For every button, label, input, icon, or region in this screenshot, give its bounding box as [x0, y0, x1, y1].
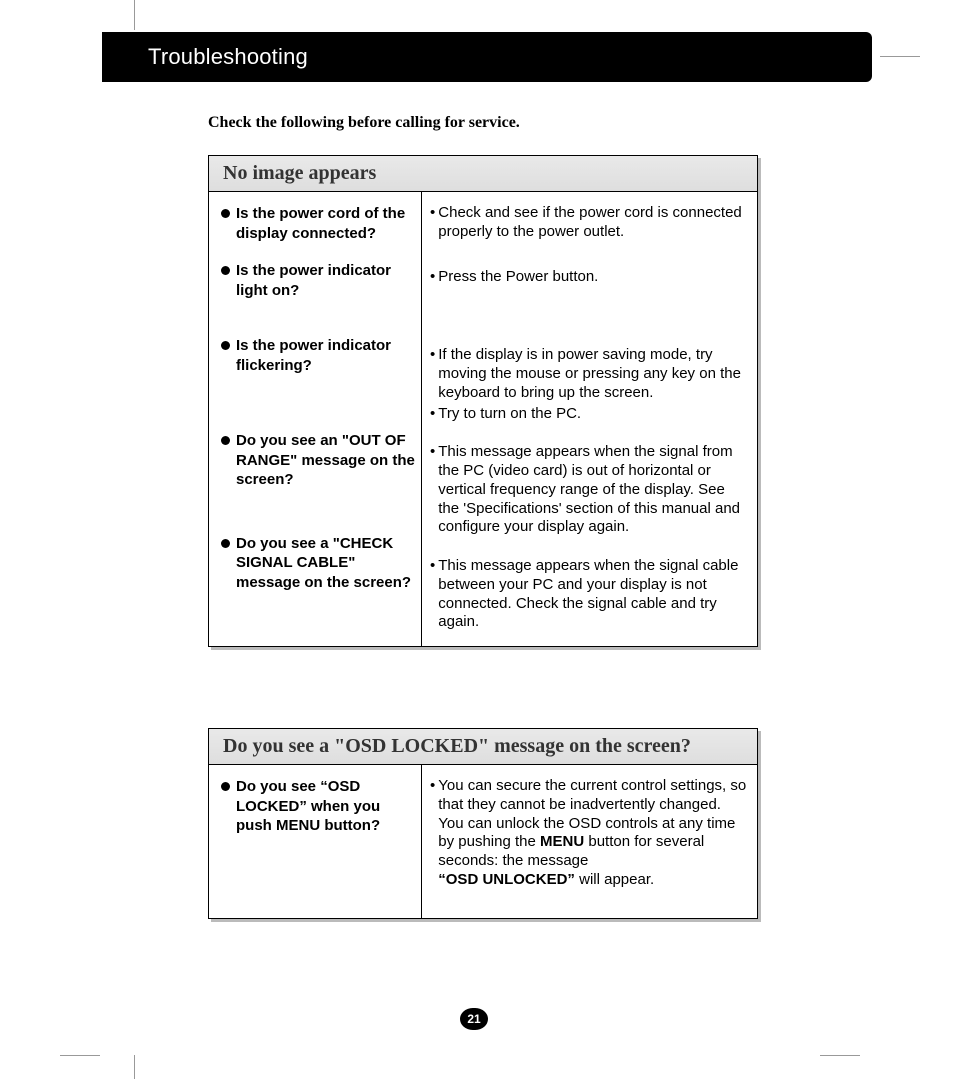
bullet-icon	[221, 539, 230, 548]
box-heading: No image appears	[209, 156, 757, 192]
question-text: Is the power cord of the display connect…	[236, 204, 417, 243]
question-column: Do you see “OSD LOCKED” when you push ME…	[209, 765, 422, 918]
question-text: Is the power indicator flickering?	[236, 336, 417, 375]
intro-text: Check the following before calling for s…	[208, 114, 520, 132]
answer-text: Try to turn on the PC.	[438, 405, 581, 424]
question-text: Do you see a "CHECK SIGNAL CABLE" messag…	[236, 534, 417, 593]
answer-text: Press the Power button.	[438, 268, 598, 287]
answer-text: This message appears when the signal cab…	[438, 557, 747, 632]
page-number: 21	[460, 1008, 488, 1030]
answer-text: This message appears when the signal fro…	[438, 443, 747, 537]
answer-column: • You can secure the current control set…	[422, 765, 757, 918]
box-no-image: No image appears Is the power cord of th…	[208, 155, 758, 647]
bullet-icon	[221, 782, 230, 791]
answer-text: If the display is in power saving mode, …	[438, 346, 747, 402]
question-text: Do you see an "OUT OF RANGE" message on …	[236, 431, 417, 490]
bullet-icon	[221, 209, 230, 218]
box-osd-locked: Do you see a "OSD LOCKED" message on the…	[208, 728, 758, 919]
answer-column: •Check and see if the power cord is conn…	[422, 192, 757, 646]
bullet-icon	[221, 266, 230, 275]
answer-text: Check and see if the power cord is conne…	[438, 204, 747, 242]
box-heading: Do you see a "OSD LOCKED" message on the…	[209, 729, 757, 765]
bullet-icon	[221, 341, 230, 350]
question-text: Do you see “OSD LOCKED” when you push ME…	[236, 777, 417, 836]
answer-text: You can secure the current control setti…	[438, 777, 747, 890]
page-title: Troubleshooting	[102, 44, 308, 70]
question-text: Is the power indicator light on?	[236, 261, 417, 300]
question-column: Is the power cord of the display connect…	[209, 192, 422, 646]
bullet-icon	[221, 436, 230, 445]
page-header: Troubleshooting	[102, 32, 872, 82]
